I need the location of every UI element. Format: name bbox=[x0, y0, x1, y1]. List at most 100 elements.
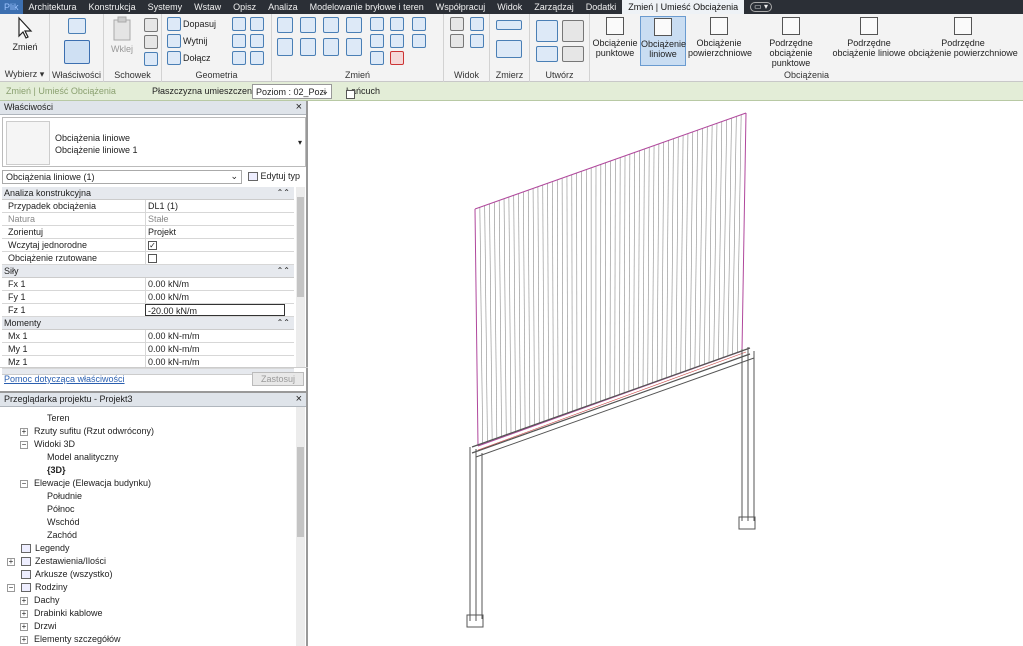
tab-4[interactable]: Wstaw bbox=[188, 0, 227, 14]
property-value[interactable] bbox=[145, 252, 292, 264]
tab-7[interactable]: Modelowanie bryłowe i teren bbox=[304, 0, 430, 14]
scale-icon[interactable] bbox=[370, 51, 384, 65]
load-button-5[interactable]: Podrzędne obciążenie powierzchniowe bbox=[908, 16, 1018, 66]
browser-node[interactable]: + Zestawienia/Ilości bbox=[0, 555, 296, 568]
browser-node[interactable]: + Elementy szczegółów bbox=[0, 633, 296, 646]
browser-node[interactable]: − Rodziny bbox=[0, 581, 296, 594]
geometry-tool-3-icon[interactable] bbox=[232, 34, 246, 48]
apply-button[interactable]: Zastosuj bbox=[252, 372, 304, 386]
tab-2[interactable]: Konstrukcja bbox=[83, 0, 142, 14]
tab-8[interactable]: Współpracuj bbox=[430, 0, 492, 14]
cut-geometry-button[interactable]: Wytnij bbox=[183, 36, 207, 46]
browser-node[interactable]: {3D} bbox=[0, 464, 296, 477]
tab-6[interactable]: Analiza bbox=[262, 0, 304, 14]
browser-node[interactable]: Zachód bbox=[0, 529, 296, 542]
split-gap-icon[interactable] bbox=[412, 17, 426, 31]
browser-node[interactable]: + Drabinki kablowe bbox=[0, 607, 296, 620]
properties-help-link[interactable]: Pomoc dotycząca właściwości bbox=[4, 374, 125, 384]
rotate-icon[interactable] bbox=[323, 38, 339, 56]
view-tool-icon[interactable] bbox=[470, 34, 484, 48]
cut-geometry-icon[interactable] bbox=[167, 34, 181, 48]
property-value[interactable]: DL1 (1) bbox=[145, 200, 292, 212]
collapse-icon[interactable]: − bbox=[7, 584, 15, 592]
property-value[interactable]: Stałe bbox=[145, 213, 292, 225]
ribbon-minimize-toggle[interactable]: ▭ ▾ bbox=[750, 2, 772, 12]
collapse-icon[interactable]: − bbox=[20, 480, 28, 488]
tab-10[interactable]: Zarządzaj bbox=[528, 0, 580, 14]
load-button-4[interactable]: Podrzędne obciążenie liniowe bbox=[832, 16, 906, 66]
collapse-icon[interactable]: − bbox=[20, 441, 28, 449]
mirror-draw-icon[interactable] bbox=[346, 17, 362, 33]
tab-3[interactable]: Systemy bbox=[142, 0, 189, 14]
expand-icon[interactable]: + bbox=[20, 428, 28, 436]
tab-0[interactable]: Plik bbox=[0, 0, 23, 14]
load-button-1[interactable]: Obciążenie liniowe bbox=[640, 16, 686, 66]
browser-node[interactable]: + Drzwi bbox=[0, 620, 296, 633]
browser-node[interactable]: + Dachy bbox=[0, 594, 296, 607]
copy-icon[interactable] bbox=[144, 35, 158, 49]
copy-element-icon[interactable] bbox=[300, 38, 316, 56]
type-properties-icon[interactable] bbox=[68, 18, 86, 34]
instance-filter-select[interactable]: Obciążenia liniowe (1) ⌄ bbox=[2, 170, 242, 184]
geometry-tool-2-icon[interactable] bbox=[250, 17, 264, 31]
load-button-2[interactable]: Obciążenie powierzchniowe bbox=[688, 16, 752, 66]
property-group-header[interactable]: Siły ⌃⌃ bbox=[2, 265, 294, 278]
geometry-tool-6-icon[interactable] bbox=[250, 51, 264, 65]
property-value[interactable]: 0.00 kN-m/m bbox=[145, 343, 292, 355]
property-value[interactable]: 0.00 kN/m bbox=[145, 291, 292, 303]
tab-11[interactable]: Dodatki bbox=[580, 0, 623, 14]
3d-scene[interactable] bbox=[310, 101, 1023, 646]
browser-scrollbar[interactable] bbox=[296, 407, 305, 646]
trim-icon[interactable] bbox=[412, 34, 426, 48]
geometry-tool-5-icon[interactable] bbox=[232, 51, 246, 65]
expand-icon[interactable]: + bbox=[20, 623, 28, 631]
trim-extend-icon[interactable] bbox=[346, 38, 362, 56]
load-button-3[interactable]: Podrzędne obciążenie punktowe bbox=[752, 16, 830, 68]
measure-icon[interactable] bbox=[496, 20, 522, 30]
browser-node[interactable]: + Rzuty sufitu (Rzut odwrócony) bbox=[0, 425, 296, 438]
geometry-tool-1-icon[interactable] bbox=[232, 17, 246, 31]
pin-icon[interactable] bbox=[390, 17, 404, 31]
align-icon[interactable] bbox=[277, 17, 293, 33]
browser-node[interactable]: Wschód bbox=[0, 516, 296, 529]
offset-icon[interactable] bbox=[300, 17, 316, 33]
dimension-icon[interactable] bbox=[496, 40, 522, 58]
property-value[interactable]: 0.00 kN/m bbox=[145, 278, 292, 290]
cut-icon[interactable] bbox=[144, 18, 158, 32]
collapse-icon[interactable]: ⌃⌃ bbox=[277, 265, 290, 277]
paste-button[interactable]: Wklej bbox=[108, 16, 136, 54]
geometry-tool-4-icon[interactable] bbox=[250, 34, 264, 48]
create-group-icon[interactable] bbox=[536, 46, 558, 62]
property-value[interactable]: ✓ bbox=[145, 239, 292, 251]
tab-9[interactable]: Widok bbox=[491, 0, 528, 14]
move-icon[interactable] bbox=[277, 38, 293, 56]
expand-icon[interactable]: + bbox=[20, 610, 28, 618]
select-dropdown[interactable]: Wybierz ▾ bbox=[0, 69, 49, 80]
create-parts-icon[interactable] bbox=[562, 20, 584, 42]
property-value[interactable]: 0.00 kN-m/m bbox=[145, 330, 292, 342]
load-button-0[interactable]: Obciążenie punktowe bbox=[592, 16, 638, 66]
browser-node[interactable]: Południe bbox=[0, 490, 296, 503]
browser-node[interactable]: Arkusze (wszystko) bbox=[0, 568, 296, 581]
collapse-icon[interactable]: ⌃⌃ bbox=[277, 187, 290, 199]
property-value[interactable]: -20.00 kN/m bbox=[145, 304, 285, 316]
tab-5[interactable]: Opisz bbox=[227, 0, 262, 14]
create-similar-icon[interactable] bbox=[562, 46, 584, 62]
browser-node[interactable]: − Elewacje (Elewacja budynku) bbox=[0, 477, 296, 490]
property-value[interactable]: Projekt bbox=[145, 226, 292, 238]
expand-icon[interactable]: + bbox=[7, 558, 15, 566]
array-icon[interactable] bbox=[370, 34, 384, 48]
browser-node[interactable]: Model analityczny bbox=[0, 451, 296, 464]
close-icon[interactable]: × bbox=[296, 101, 302, 114]
override-icon[interactable] bbox=[450, 34, 464, 48]
join-icon[interactable] bbox=[167, 51, 181, 65]
delete-icon[interactable] bbox=[390, 51, 404, 65]
chain-checkbox[interactable]: Łańcuch bbox=[346, 86, 380, 99]
create-assembly-icon[interactable] bbox=[536, 20, 558, 42]
properties-scrollbar[interactable] bbox=[296, 187, 305, 367]
placement-plane-select[interactable]: Poziom : 02_Pozi ⌄ bbox=[252, 84, 332, 99]
property-checkbox[interactable]: ✓ bbox=[148, 241, 157, 251]
join-button[interactable]: Dołącz bbox=[183, 53, 211, 63]
property-group-header[interactable]: Analiza konstrukcyjna ⌃⌃ bbox=[2, 187, 294, 200]
cope-icon[interactable] bbox=[167, 17, 181, 31]
